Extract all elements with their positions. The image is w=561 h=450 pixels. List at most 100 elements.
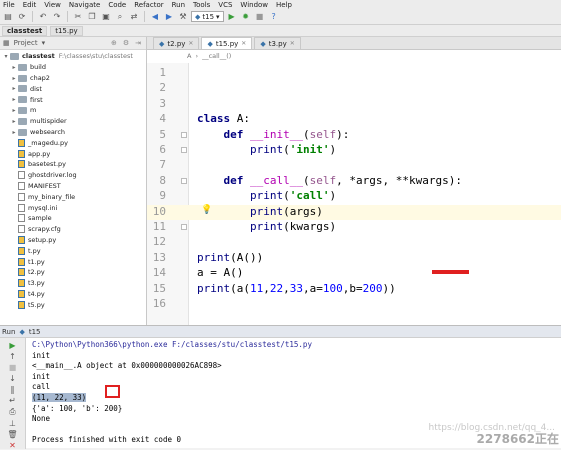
fold-marker-icon[interactable] [181, 131, 187, 138]
tree-item[interactable]: _magedu.py [10, 138, 68, 149]
fold-marker-icon[interactable] [181, 224, 187, 230]
breadcrumb-item-project[interactable]: classtest [2, 25, 48, 36]
close-icon[interactable]: ✕ [8, 441, 18, 450]
line-number: 2 [159, 81, 166, 95]
tree-item[interactable]: ghostdriver.log [10, 170, 77, 181]
tree-item[interactable]: t4.py [10, 289, 45, 300]
arrow-down-icon[interactable]: ↓ [8, 374, 18, 383]
undo-icon[interactable]: ↶ [37, 11, 49, 23]
tree-item[interactable]: t3.py [10, 278, 45, 289]
run-icon[interactable]: ▶ [226, 11, 238, 23]
tree-item[interactable]: t1.py [10, 256, 45, 267]
trash-icon[interactable]: 🗑 [7, 430, 17, 439]
breadcrumb: classtest t15.py [0, 25, 561, 37]
code-line: print(kwargs) [249, 220, 337, 233]
close-icon[interactable]: ✕ [241, 40, 246, 47]
python-file-icon [18, 138, 25, 147]
menu-item-refactor[interactable]: Refactor [134, 1, 163, 9]
settings-icon[interactable]: ⚙ [123, 39, 129, 47]
tree-item[interactable]: mysql.ini [10, 202, 57, 213]
paste-icon[interactable]: ▣ [100, 11, 112, 23]
editor-tab[interactable]: ◆ t15.py ✕ [201, 37, 253, 49]
soft-wrap-icon[interactable]: ↵ [8, 396, 18, 405]
cut-icon[interactable]: ✂ [72, 11, 84, 23]
replace-icon[interactable]: ⇄ [128, 11, 140, 23]
close-icon[interactable]: ✕ [188, 40, 193, 47]
run-config-select[interactable]: ◆ t15 ▾ [191, 11, 224, 22]
tree-item[interactable]: MANIFEST [10, 181, 61, 192]
breadcrumb-item-file[interactable]: t15.py [50, 25, 83, 36]
menu-item-tools[interactable]: Tools [193, 1, 210, 9]
menu-item-edit[interactable]: Edit [23, 1, 37, 9]
tree-root[interactable]: ▾ classtest F:\classes\stu\classtest [2, 51, 132, 62]
python-file-icon [18, 279, 25, 288]
structure-breadcrumb: A › __call__() [187, 51, 231, 61]
tree-item[interactable]: scrapy.cfg [10, 224, 61, 235]
print-icon[interactable]: ⎙ [8, 407, 18, 417]
menu-item-vcs[interactable]: VCS [218, 1, 232, 9]
rerun-icon[interactable]: ▶ [8, 341, 18, 350]
menu-item-help[interactable]: Help [276, 1, 292, 9]
stop-icon[interactable]: ■ [254, 11, 266, 23]
python-file-icon [18, 160, 25, 169]
tree-item[interactable]: ▸ chap2 [10, 73, 50, 84]
fold-marker-icon[interactable] [181, 147, 187, 153]
debug-icon[interactable]: ✹ [240, 11, 252, 23]
tree-item[interactable]: t.py [10, 246, 41, 257]
pin-icon[interactable]: ⊥ [8, 419, 18, 428]
pause-icon[interactable]: ‖ [8, 385, 18, 394]
close-icon[interactable]: ✕ [290, 40, 295, 47]
fold-marker-icon[interactable] [181, 177, 187, 184]
structure-crumb-class[interactable]: A [187, 52, 191, 60]
tree-item-label: basetest.py [28, 160, 67, 169]
folder-icon [18, 117, 27, 125]
tree-item[interactable]: setup.py [10, 235, 56, 246]
back-icon[interactable]: ◀ [149, 11, 161, 23]
tree-item[interactable]: ▸ build [10, 62, 46, 73]
forward-icon[interactable]: ▶ [163, 11, 175, 23]
tree-item[interactable]: app.py [10, 148, 50, 159]
help-icon[interactable]: ? [268, 11, 280, 23]
tree-item[interactable]: ▸ multispider [10, 116, 66, 127]
project-panel-title[interactable]: Project [14, 39, 38, 47]
folder-icon [18, 63, 27, 71]
save-icon[interactable]: ▤ [2, 11, 14, 23]
arrow-up-icon[interactable]: ↑ [8, 352, 18, 361]
menu-item-run[interactable]: Run [172, 1, 185, 9]
tree-item[interactable]: ▸ websearch [10, 127, 65, 138]
tree-item[interactable]: ▸ m [10, 105, 36, 116]
editor-tab[interactable]: ◆ t3.py ✕ [254, 37, 301, 49]
menu-item-file[interactable]: File [3, 1, 15, 9]
tree-item[interactable]: t2.py [10, 267, 45, 278]
chevron-down-icon: ▾ [216, 12, 220, 21]
tree-item[interactable]: ▸ first [10, 94, 42, 105]
tree-item[interactable]: ▸ dist [10, 84, 41, 95]
stop-icon[interactable]: ■ [8, 363, 18, 372]
find-icon[interactable]: ⌕ [114, 11, 126, 23]
run-tab-label[interactable]: t15 [29, 328, 41, 336]
tree-item[interactable]: sample [10, 213, 52, 224]
structure-crumb-method[interactable]: __call__() [202, 52, 231, 60]
sync-icon[interactable]: ⟳ [16, 11, 28, 23]
tree-item-label: sample [28, 214, 52, 223]
copy-icon[interactable]: ❐ [86, 11, 98, 23]
menu-item-navigate[interactable]: Navigate [69, 1, 100, 9]
build-icon[interactable]: ⚒ [177, 11, 189, 23]
tree-item-label: t1.py [28, 257, 45, 266]
hide-icon[interactable]: ⇥ [135, 39, 141, 47]
menu-item-window[interactable]: Window [240, 1, 268, 9]
menu-item-code[interactable]: Code [108, 1, 126, 9]
tree-item-label: chap2 [30, 74, 50, 83]
menu-item-view[interactable]: View [44, 1, 61, 9]
console-line: init [32, 372, 50, 381]
sync-icon[interactable]: ⊕ [111, 39, 117, 47]
editor-tab[interactable]: ◆ t2.py ✕ [153, 37, 200, 49]
lightbulb-icon[interactable]: 💡 [201, 205, 212, 215]
tree-item[interactable]: my_binary_file [10, 192, 75, 203]
tree-item[interactable]: t5.py [10, 300, 45, 311]
run-panel-title: Run [2, 327, 16, 336]
code-area[interactable]: class A: def __init__(self): print('init… [189, 63, 561, 325]
redo-icon[interactable]: ↷ [51, 11, 63, 23]
line-number: 3 [159, 96, 166, 110]
tree-item[interactable]: basetest.py [10, 159, 66, 170]
